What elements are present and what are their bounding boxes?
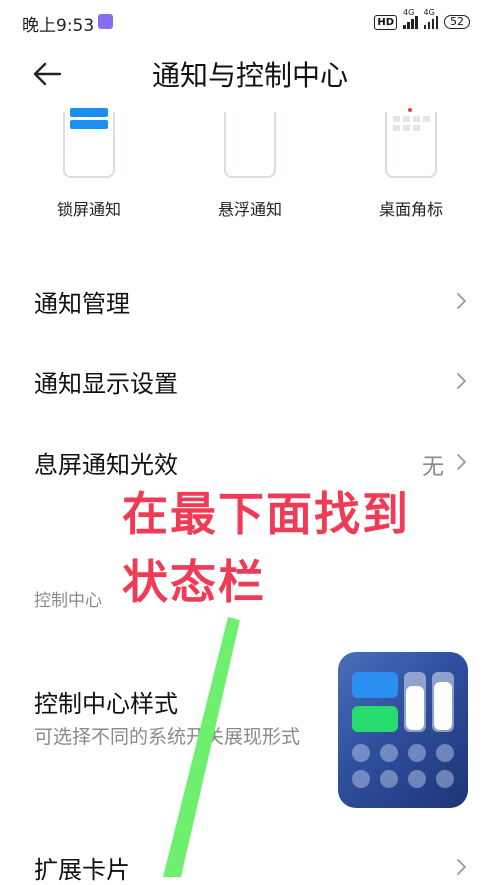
signal-icon-2: 4G	[423, 8, 438, 29]
notification-management-item[interactable]: 通知管理	[34, 284, 130, 319]
app-badge-preview[interactable]	[385, 108, 437, 178]
page-title: 通知与控制中心	[151, 59, 348, 92]
mode-label-floating[interactable]: 悬浮通知	[190, 196, 310, 220]
chevron-right-icon[interactable]	[456, 372, 468, 390]
control-center-style-description: 可选择不同的系统开关展现形式	[34, 726, 301, 748]
annotation-text-line2: 状态栏	[122, 555, 266, 609]
screen-off-light-value: 无	[421, 455, 444, 480]
lock-screen-notification-preview[interactable]	[63, 108, 115, 178]
signal-icon: 4G	[403, 8, 418, 29]
section-header-control-center: 控制中心	[34, 591, 102, 611]
mode-label-lock-screen[interactable]: 锁屏通知	[29, 196, 149, 220]
status-time: 晚上9:53	[22, 16, 95, 36]
app-notification-icon	[98, 14, 113, 29]
annotation-text-line1: 在最下面找到	[122, 487, 410, 541]
screen-off-light-item[interactable]: 息屏通知光效	[34, 445, 178, 480]
expand-cards-item[interactable]: 扩展卡片	[34, 850, 130, 885]
notification-display-settings-item[interactable]: 通知显示设置	[34, 364, 178, 399]
chevron-right-icon[interactable]	[456, 292, 468, 310]
hd-icon: HD	[374, 14, 397, 30]
control-center-style-item[interactable]: 控制中心样式	[34, 684, 178, 719]
control-center-preview-image[interactable]	[338, 652, 468, 808]
mode-label-app-badge[interactable]: 桌面角标	[351, 196, 471, 220]
battery-icon: 52	[444, 15, 470, 29]
status-icons: HD 4G 4G 52	[374, 8, 470, 32]
floating-notification-preview[interactable]	[224, 112, 276, 178]
chevron-right-icon[interactable]	[456, 858, 468, 876]
chevron-right-icon[interactable]	[456, 453, 468, 471]
